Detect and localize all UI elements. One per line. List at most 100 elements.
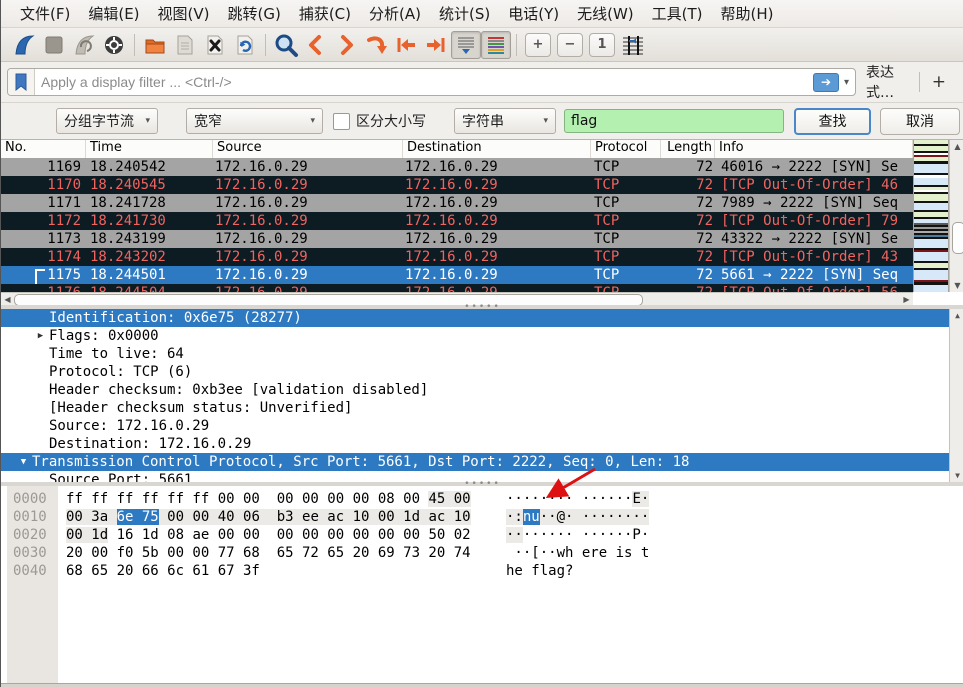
resize-columns-button[interactable] (618, 31, 648, 59)
restart-capture-button[interactable] (69, 31, 99, 59)
ascii-bytes[interactable]: ········ ······E· (506, 490, 650, 508)
intelligent-scrollbar-minimap[interactable] (913, 140, 949, 292)
packet-row[interactable]: 1170 18.240545 172.16.0.29 172.16.0.29 TCP 72… (1, 176, 913, 194)
charset-dropdown[interactable]: 宽窄 ▾ (186, 108, 323, 134)
capture-options-button[interactable] (99, 31, 129, 59)
detail-line[interactable]: Time to live: 64 (1, 345, 963, 363)
column-header[interactable]: Destination (403, 140, 591, 158)
menu-item[interactable]: 统计(S) (430, 0, 499, 27)
details-vscrollbar[interactable]: ▲ ▼ (949, 309, 963, 482)
hex-row[interactable]: 0030 20 00 f0 5b 00 00 77 68 65 72 65 20 … (1, 544, 963, 562)
column-header[interactable]: Time (86, 140, 213, 158)
scroll-up-icon[interactable]: ▲ (950, 309, 963, 322)
go-to-packet-button[interactable] (361, 31, 391, 59)
stop-capture-button[interactable] (39, 31, 69, 59)
scrollbar-thumb[interactable] (952, 222, 963, 254)
ascii-bytes[interactable]: ··[··wh ere is t (506, 544, 649, 562)
search-type-dropdown[interactable]: 字符串 ▾ (454, 108, 556, 134)
detail-line[interactable]: Identification: 0x6e75 (28277) (1, 309, 963, 327)
ascii-bytes[interactable]: he flag? (506, 562, 573, 580)
column-header[interactable]: Protocol (591, 140, 661, 158)
packet-row[interactable]: 1171 18.241728 172.16.0.29 172.16.0.29 TCP 72… (1, 194, 913, 212)
packet-list-vscrollbar[interactable]: ▲ ▼ (949, 140, 963, 292)
save-file-button[interactable] (170, 31, 200, 59)
colorize-button[interactable] (481, 30, 511, 59)
find-packet-button[interactable] (271, 31, 301, 59)
close-file-button[interactable] (200, 31, 230, 59)
zoom-out-button[interactable]: − (557, 32, 583, 57)
menu-item[interactable]: 帮助(H) (712, 0, 783, 27)
add-filter-button[interactable]: + (920, 72, 958, 92)
expression-button[interactable]: 表达式… (856, 62, 919, 102)
packet-row[interactable]: 1173 18.243199 172.16.0.29 172.16.0.29 TCP 72… (1, 230, 913, 248)
column-header[interactable]: Info (715, 140, 913, 158)
column-header[interactable]: Source (213, 140, 403, 158)
display-filter-input[interactable] (35, 74, 813, 90)
last-packet-button[interactable] (421, 31, 451, 59)
detail-line[interactable]: ▶ Flags: 0x0000 (1, 327, 963, 345)
menu-item[interactable]: 无线(W) (568, 0, 643, 27)
menu-item[interactable]: 工具(T) (643, 0, 712, 27)
menu-item[interactable]: 文件(F) (11, 0, 79, 27)
hex-row[interactable]: 0040 68 65 20 66 6c 61 67 3f he flag? (1, 562, 963, 580)
menu-item[interactable]: 编辑(E) (79, 0, 148, 27)
ascii-bytes[interactable]: ········ ······P· (506, 526, 649, 544)
menu-item[interactable]: 捕获(C) (290, 0, 360, 27)
packet-row[interactable]: 117618.244504172.16.0.29172.16.0.29TCP72… (1, 284, 913, 292)
next-packet-button[interactable] (331, 31, 361, 59)
hex-row[interactable]: 0000 ff ff ff ff ff ff 00 00 00 00 00 00 … (1, 490, 963, 508)
find-button[interactable]: 查找 (794, 107, 871, 135)
open-file-button[interactable] (140, 31, 170, 59)
detail-line[interactable]: Header checksum: 0xb3ee [validation disa… (1, 381, 963, 399)
previous-packet-button[interactable] (301, 31, 331, 59)
packet-row[interactable]: 1174 18.243202 172.16.0.29 172.16.0.29 TCP 72… (1, 248, 913, 266)
packet-row[interactable]: 1169 18.240542 172.16.0.29 172.16.0.29 TCP 72… (1, 158, 913, 176)
hex-bytes[interactable]: ff ff ff ff ff ff 00 00 00 00 00 00 08 0… (66, 490, 506, 508)
search-scope-dropdown[interactable]: 分组字节流 ▾ (56, 108, 158, 134)
column-header[interactable]: No. (1, 140, 86, 158)
case-sensitive-checkbox[interactable] (333, 112, 350, 130)
hex-row[interactable]: 0010 00 3a 6e 75 00 00 40 06 b3 ee ac 10 … (1, 508, 963, 526)
zoom-original-button[interactable]: 1 (589, 32, 615, 57)
hex-row[interactable]: 0020 00 1d 16 1d 08 ae 00 00 00 00 00 00 … (1, 526, 963, 544)
menu-item[interactable]: 视图(V) (149, 0, 219, 27)
zoom-in-button[interactable]: + (525, 32, 551, 57)
scroll-left-icon[interactable]: ◀ (1, 293, 14, 305)
detail-line[interactable]: [Header checksum status: Unverified] (1, 399, 963, 417)
charset-value: 宽窄 (194, 114, 222, 130)
detail-line[interactable]: Protocol: TCP (6) (1, 363, 963, 381)
ascii-bytes[interactable]: ·:nu··@· ········ (506, 508, 650, 526)
detail-line[interactable]: ▼ Transmission Control Protocol, Src Port… (1, 453, 963, 471)
scroll-down-icon[interactable]: ▼ (950, 469, 963, 482)
scroll-right-icon[interactable]: ▶ (900, 293, 913, 305)
menu-item[interactable]: 跳转(G) (219, 0, 290, 27)
display-filter-field[interactable]: ➔ ▾ (7, 68, 856, 96)
find-input[interactable] (564, 109, 784, 133)
menu-item[interactable]: 分析(A) (360, 0, 430, 27)
start-capture-button[interactable] (9, 31, 39, 59)
scroll-up-icon[interactable]: ▲ (950, 140, 963, 153)
filter-bookmark-button[interactable] (8, 69, 35, 95)
scrollbar-thumb[interactable] (14, 294, 643, 305)
detail-line[interactable]: Source: 172.16.0.29 (1, 417, 963, 435)
reload-file-button[interactable] (230, 31, 260, 59)
scroll-down-icon[interactable]: ▼ (950, 279, 963, 292)
hex-bytes[interactable]: 00 3a 6e 75 00 00 40 06 b3 ee ac 10 00 1… (66, 508, 506, 526)
hex-bytes[interactable]: 68 65 20 66 6c 61 67 3f (66, 562, 506, 580)
expand-arrow-icon[interactable]: ▶ (32, 327, 49, 345)
packet-row[interactable]: 1172 18.241730 172.16.0.29 172.16.0.29 TCP 72… (1, 212, 913, 230)
apply-filter-button[interactable]: ➔ (812, 72, 839, 92)
expand-arrow-icon[interactable]: ▼ (15, 453, 32, 471)
filter-history-caret[interactable]: ▾ (842, 77, 855, 88)
packet-row[interactable]: 1175 18.244501 172.16.0.29 172.16.0.29 TCP 72… (1, 266, 913, 291)
first-packet-button[interactable] (391, 31, 421, 59)
auto-scroll-button[interactable] (451, 30, 481, 59)
menu-item[interactable]: 电话(Y) (499, 0, 568, 27)
cancel-button[interactable]: 取消 (880, 107, 960, 135)
detail-line[interactable]: Destination: 172.16.0.29 (1, 435, 963, 453)
hex-bytes[interactable]: 00 1d 16 1d 08 ae 00 00 00 00 00 00 00 0… (66, 526, 506, 544)
packet-list-header[interactable]: No. Time Source Destination Protocol Length In… (1, 140, 913, 159)
packet-list-hscrollbar[interactable]: ◀ ▶ (1, 292, 913, 305)
hex-bytes[interactable]: 20 00 f0 5b 00 00 77 68 65 72 65 20 69 7… (66, 544, 506, 562)
column-header[interactable]: Length (661, 140, 715, 158)
